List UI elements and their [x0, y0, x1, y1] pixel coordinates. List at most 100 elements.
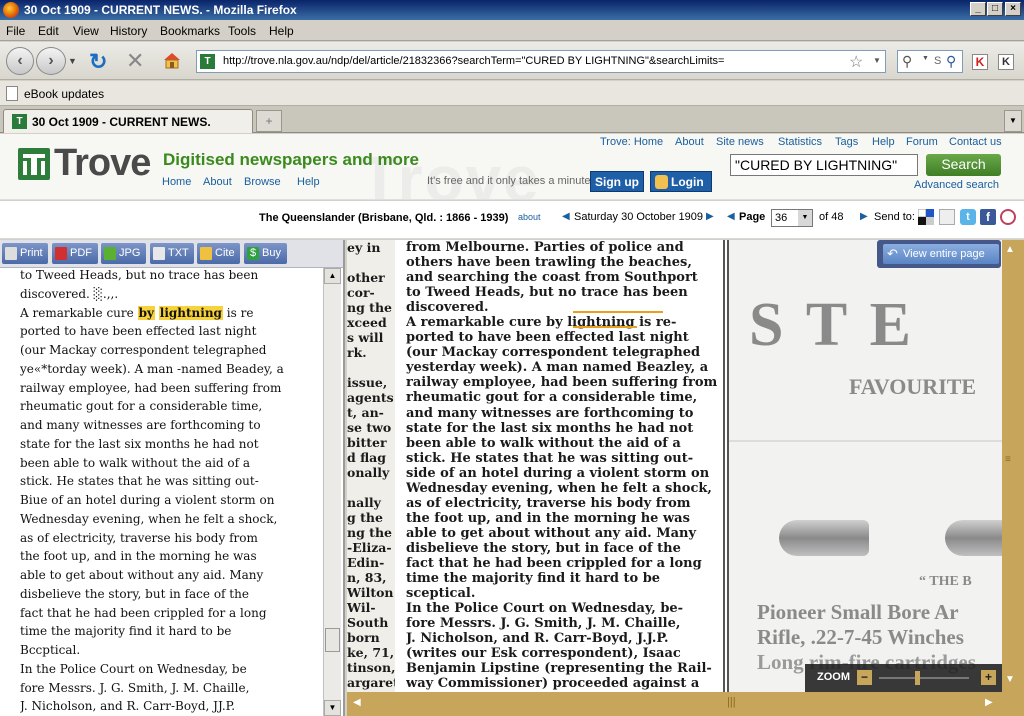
ocr-line: Biue of an hotel during a violent storm … [20, 493, 275, 507]
maximize-button[interactable]: □ [987, 2, 1003, 16]
menu-bookmarks[interactable]: Bookmarks [160, 24, 220, 38]
toplink-site-news[interactable]: Site news [716, 136, 764, 148]
zoom-slider-thumb[interactable] [915, 671, 920, 685]
nav-browse[interactable]: Browse [244, 176, 281, 188]
next-issue-icon[interactable]: ▶ [706, 211, 714, 222]
share-icon[interactable] [939, 209, 955, 225]
pdf-label: PDF [70, 247, 92, 259]
more-share-icon[interactable] [1000, 209, 1016, 225]
zoom-out-button[interactable]: − [857, 670, 872, 685]
ad-divider [729, 440, 1024, 442]
viewer-vertical-scrollbar[interactable]: ▲ ≡ ▼ [1002, 240, 1024, 716]
menu-tools[interactable]: Tools [228, 24, 256, 38]
cite-button[interactable]: Cite [197, 243, 240, 264]
url-text[interactable]: http://trove.nla.gov.au/ndp/del/article/… [223, 55, 724, 67]
new-tab-button[interactable]: + [256, 110, 282, 132]
send-to-label: Send to: [874, 211, 915, 223]
signup-button[interactable]: Sign up [590, 171, 644, 192]
scroll-down-icon[interactable]: ▼ [324, 700, 341, 716]
prev-issue-icon[interactable]: ◀ [562, 211, 570, 222]
menu-history[interactable]: History [110, 24, 147, 38]
twitter-icon[interactable]: t [960, 209, 976, 225]
addon-k-red-icon[interactable]: K [972, 54, 988, 70]
prev-page-icon[interactable]: ◀ [727, 211, 735, 222]
toplink-contact[interactable]: Contact us [949, 136, 1002, 148]
addon-k-icon[interactable]: K [998, 54, 1014, 70]
address-bar[interactable]: T http://trove.nla.gov.au/ndp/del/articl… [196, 50, 886, 73]
reload-icon[interactable]: ↻ [89, 49, 107, 75]
ocr-line: In the Police Court on Wednesday, be [20, 661, 247, 676]
scroll-up-icon[interactable]: ▲ [324, 268, 341, 284]
viewer-scroll-left-icon[interactable]: ◀ [353, 697, 361, 708]
stop-icon[interactable]: ✕ [126, 48, 144, 74]
scroll-thumb[interactable] [325, 628, 340, 652]
facebook-icon[interactable]: f [980, 209, 996, 225]
toplink-tags[interactable]: Tags [835, 136, 858, 148]
pdf-button[interactable]: PDF [52, 243, 98, 264]
menu-edit[interactable]: Edit [38, 24, 59, 38]
tab-list-icon[interactable]: ▼ [1004, 110, 1022, 132]
toplink-help[interactable]: Help [872, 136, 895, 148]
viewer-scroll-right-icon[interactable]: ▶ [985, 697, 993, 708]
menu-file[interactable]: File [6, 24, 25, 38]
issue-date[interactable]: Saturday 30 October 1909 [574, 211, 703, 223]
bookmark-star-icon[interactable]: ☆ [849, 52, 863, 72]
history-dropdown-icon[interactable]: ▼ [68, 56, 77, 66]
search-engine-icon[interactable]: ⚲ [902, 53, 912, 70]
page-select[interactable]: 36 ▼ [771, 209, 813, 227]
print-button[interactable]: Print [2, 243, 48, 264]
menu-bar: File Edit View History Bookmarks Tools H… [0, 20, 1024, 41]
toplink-forum[interactable]: Forum [906, 136, 938, 148]
login-button[interactable]: Login [650, 171, 712, 192]
toplink-statistics[interactable]: Statistics [778, 136, 822, 148]
menu-help[interactable]: Help [269, 24, 294, 38]
viewer-hscroll-grip[interactable]: ||| [727, 696, 736, 708]
nav-help[interactable]: Help [297, 176, 320, 188]
viewer-scroll-up-icon[interactable]: ▲ [1005, 244, 1015, 255]
back-icon[interactable]: ‹ [6, 47, 34, 75]
trove-logo-text[interactable]: Trove [54, 142, 151, 185]
forward-icon[interactable]: › [36, 47, 66, 75]
ocr-text[interactable]: to Tweed Heads, but no trace has been dis… [20, 266, 320, 716]
trove-search-button[interactable]: Search [926, 154, 1001, 176]
scan-left-line: nally [347, 495, 381, 510]
jpg-button[interactable]: JPG [101, 243, 146, 264]
zoom-slider-track[interactable] [879, 677, 969, 679]
page-image-viewer[interactable]: ey in other cor-ng the xceed s will rk. issue,… [347, 240, 1024, 716]
scan-left-line: South [347, 615, 389, 630]
cite-label: Cite [215, 247, 235, 259]
engine-dropdown-icon[interactable]: ▼ [922, 55, 929, 62]
scan-article-line: ported to have been effected last night [406, 330, 689, 346]
zoom-in-button[interactable]: + [981, 670, 996, 685]
viewer-horizontal-scrollbar[interactable]: ◀ ||| ▶ [347, 692, 1002, 716]
bookmark-ebook-updates[interactable]: eBook updates [24, 87, 104, 101]
advanced-search-link[interactable]: Advanced search [914, 179, 999, 191]
minimize-button[interactable]: _ [970, 2, 986, 16]
viewer-vscroll-grip[interactable]: ≡ [1005, 454, 1011, 465]
close-button[interactable]: × [1005, 2, 1021, 16]
zoom-control: ZOOM − + [805, 664, 1003, 692]
toplink-about[interactable]: About [675, 136, 704, 148]
next-page-icon[interactable]: ▶ [860, 211, 868, 222]
text-scrollbar[interactable]: ▲ ▼ [323, 268, 341, 716]
delicious-icon[interactable] [917, 208, 934, 225]
nav-about[interactable]: About [203, 176, 232, 188]
search-engine-input[interactable]: S [934, 55, 941, 67]
url-dropdown-icon[interactable]: ▼ [873, 56, 881, 65]
search-engine-box[interactable]: ⚲ ▼ S ⚲ [897, 50, 963, 73]
trove-search-input[interactable]: "CURED BY LIGHTNING" [730, 154, 918, 176]
search-go-icon[interactable]: ⚲ [946, 53, 956, 70]
about-link[interactable]: about [518, 212, 541, 222]
scan-article-line: In the Police Court on Wednesday, be- [406, 601, 684, 617]
cite-icon [200, 247, 212, 260]
txt-button[interactable]: TXT [150, 243, 194, 264]
menu-view[interactable]: View [73, 24, 99, 38]
nav-home[interactable]: Home [162, 176, 191, 188]
toplink-trove-home[interactable]: Trove: Home [600, 136, 663, 148]
viewer-scroll-down-icon[interactable]: ▼ [1005, 674, 1015, 685]
trove-logo-icon[interactable] [18, 148, 50, 180]
buy-button[interactable]: $ Buy [244, 243, 287, 264]
home-icon[interactable] [162, 51, 182, 69]
active-tab[interactable]: T 30 Oct 1909 - CURRENT NEWS. [3, 109, 253, 133]
view-entire-page-button[interactable]: ↶ View entire page [883, 244, 999, 264]
